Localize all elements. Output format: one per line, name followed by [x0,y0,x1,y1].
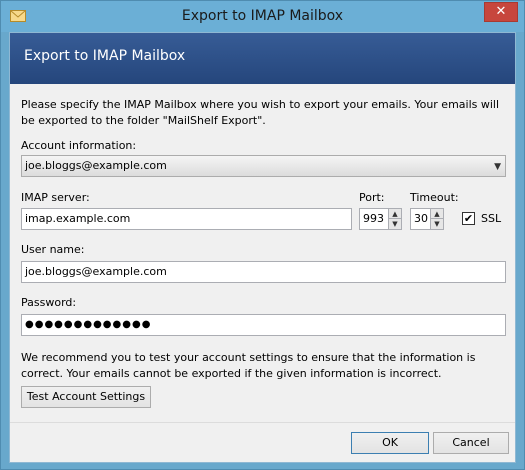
description-text: Please specify the IMAP Mailbox where yo… [21,98,500,127]
title-bar[interactable]: Export to IMAP Mailbox ✕ [1,1,524,32]
spin-down-icon[interactable]: ▼ [431,219,443,229]
port-label: Port: [359,191,385,204]
test-account-settings-button[interactable]: Test Account Settings [21,386,151,408]
checkmark-icon: ✔ [463,212,474,225]
port-input[interactable]: 993 [359,208,389,230]
timeout-stepper[interactable]: ▲ ▼ [430,208,444,230]
cancel-button[interactable]: Cancel [433,432,509,454]
dialog-footer: OK Cancel [10,422,515,462]
chevron-down-icon: ▼ [494,162,501,172]
close-button[interactable]: ✕ [484,2,518,22]
banner-title: Export to IMAP Mailbox [24,48,186,64]
account-select-value: joe.bloggs@example.com [25,159,167,172]
ok-button[interactable]: OK [351,432,429,454]
ssl-label: SSL [481,212,502,225]
export-dialog-window: Export to IMAP Mailbox ✕ Export to IMAP … [0,0,525,470]
account-select[interactable]: joe.bloggs@example.com ▼ [21,155,506,177]
username-label: User name: [21,243,85,256]
header-banner: Export to IMAP Mailbox [10,33,515,84]
imap-server-label: IMAP server: [21,191,90,204]
password-label: Password: [21,296,77,309]
spin-up-icon[interactable]: ▲ [431,209,443,219]
password-input[interactable]: ●●●●●●●●●●●●● [21,314,506,336]
close-icon: ✕ [495,4,507,19]
username-input[interactable]: joe.bloggs@example.com [21,261,506,283]
spin-down-icon[interactable]: ▼ [389,219,401,229]
account-label: Account information: [21,139,137,152]
spin-up-icon[interactable]: ▲ [389,209,401,219]
timeout-input[interactable]: 30 [410,208,431,230]
timeout-label: Timeout: [410,191,459,204]
port-stepper[interactable]: ▲ ▼ [388,208,402,230]
dialog-client-area: Export to IMAP Mailbox Please specify th… [9,32,516,463]
imap-server-input[interactable]: imap.example.com [21,208,352,230]
ssl-checkbox[interactable]: ✔ [462,212,475,225]
window-title: Export to IMAP Mailbox [181,8,344,24]
recommendation-text: We recommend you to test your account se… [21,351,476,380]
form-content: Please specify the IMAP Mailbox where yo… [10,84,515,422]
